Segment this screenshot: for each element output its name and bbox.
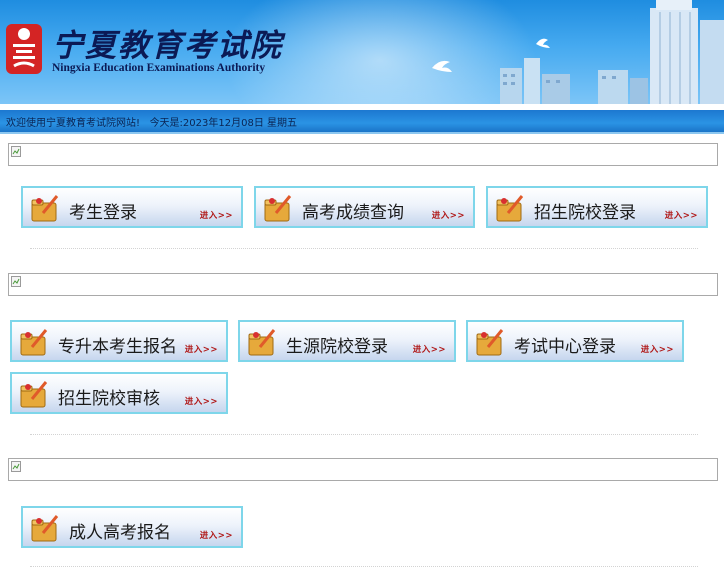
folder-pencil-icon <box>264 195 292 222</box>
broken-image-icon <box>11 146 21 157</box>
folder-pencil-icon <box>248 329 276 356</box>
folder-pencil-icon <box>20 329 48 356</box>
section-header-image <box>8 273 718 296</box>
enter-link-text: 进入>> <box>184 397 218 407</box>
folder-pencil-icon <box>20 381 48 408</box>
upgrade-to-bachelor-registration-button[interactable]: 专升本考生报名 进入>> <box>10 320 228 362</box>
source-college-login-button[interactable]: 生源院校登录 进入>> <box>238 320 456 362</box>
folder-pencil-icon <box>31 515 59 542</box>
button-label: 招生院校审核 <box>58 389 160 409</box>
folder-pencil-icon <box>31 195 59 222</box>
admissions-college-login-button[interactable]: 招生院校登录 进入>> <box>486 186 708 228</box>
button-label: 考试中心登录 <box>514 337 616 357</box>
enter-link-text: 进入>> <box>199 531 233 541</box>
section-divider <box>30 566 698 567</box>
enter-link-text: 进入>> <box>640 345 674 355</box>
button-label: 专升本考生报名 <box>58 337 177 357</box>
section-divider <box>30 434 698 435</box>
site-banner: 宁夏教育考试院 Ningxia Education Examinations A… <box>0 0 724 104</box>
enter-link-text: 进入>> <box>431 211 465 221</box>
section-divider <box>30 248 698 249</box>
status-text: 欢迎使用宁夏教育考试院网站! 今天是:2023年12月08日 星期五 <box>6 114 297 129</box>
welcome-text: 欢迎使用宁夏教育考试院网站! <box>6 118 141 129</box>
button-label: 生源院校登录 <box>286 337 388 357</box>
section-header-image <box>8 143 718 166</box>
folder-pencil-icon <box>476 329 504 356</box>
site-title-english: Ningxia Education Examinations Authority <box>52 62 266 74</box>
button-label: 招生院校登录 <box>534 203 636 223</box>
button-label: 考生登录 <box>69 203 137 223</box>
ningxia-exam-logo-icon <box>6 24 42 74</box>
adult-gaokao-registration-button[interactable]: 成人高考报名 进入>> <box>21 506 243 548</box>
site-title-chinese: 宁夏教育考试院 <box>52 28 283 64</box>
gaokao-score-query-button[interactable]: 高考成绩查询 进入>> <box>254 186 475 228</box>
status-bar-underline <box>0 132 724 134</box>
status-bar: 欢迎使用宁夏教育考试院网站! 今天是:2023年12月08日 星期五 <box>0 110 724 132</box>
section-header-image <box>8 458 718 481</box>
broken-image-icon <box>11 276 21 287</box>
folder-pencil-icon <box>496 195 524 222</box>
enter-link-text: 进入>> <box>199 211 233 221</box>
button-label: 高考成绩查询 <box>302 203 404 223</box>
enter-link-text: 进入>> <box>412 345 446 355</box>
enter-link-text: 进入>> <box>184 345 218 355</box>
admissions-college-review-button[interactable]: 招生院校审核 进入>> <box>10 372 228 414</box>
examinee-login-button[interactable]: 考生登录 进入>> <box>21 186 243 228</box>
button-label: 成人高考报名 <box>69 523 171 543</box>
enter-link-text: 进入>> <box>664 211 698 221</box>
exam-center-login-button[interactable]: 考试中心登录 进入>> <box>466 320 684 362</box>
broken-image-icon <box>11 461 21 472</box>
date-text: 今天是:2023年12月08日 星期五 <box>149 118 298 129</box>
